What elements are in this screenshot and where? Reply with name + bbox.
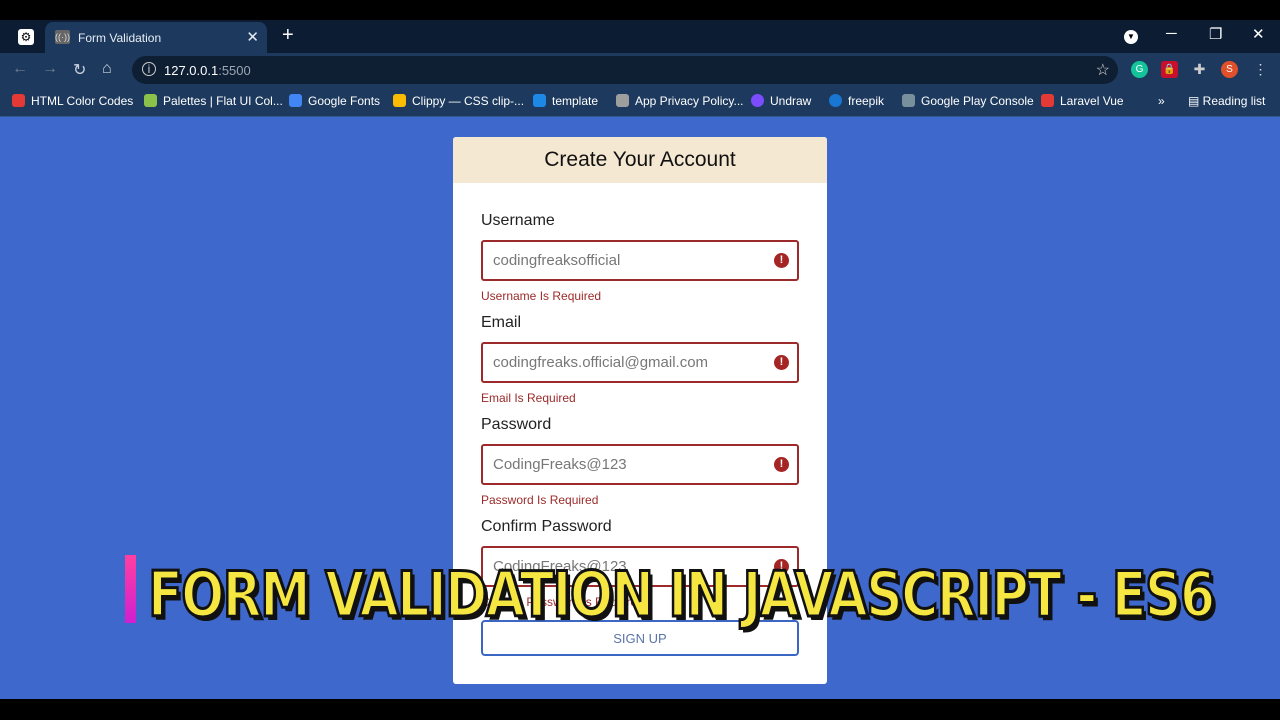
bookmark-icon	[1041, 94, 1054, 107]
error-icon: !	[774, 253, 789, 268]
video-title-overlay: FORM VALIDATION IN JAVASCRIPT - ES6	[147, 557, 1217, 633]
bookmark-icon	[289, 94, 302, 107]
bookmark-palettes[interactable]: Palettes | Flat UI Col...	[144, 94, 283, 108]
favicon-icon: ((·))	[55, 30, 70, 44]
bookmark-label: Laravel Vue	[1060, 94, 1124, 108]
reading-list-label: Reading list	[1202, 94, 1266, 108]
bookmark-label: App Privacy Policy...	[635, 94, 744, 108]
email-error: Email Is Required	[481, 391, 576, 405]
restore-button[interactable]: ❐	[1209, 25, 1222, 43]
form-title: Create Your Account	[453, 137, 827, 183]
menu-icon[interactable]: ⋮	[1252, 61, 1269, 78]
bookmark-freepik[interactable]: freepik	[829, 94, 884, 108]
bookmark-icon	[751, 94, 764, 107]
new-tab-button[interactable]: +	[282, 24, 294, 47]
email-field: Email ! Email Is Required	[481, 314, 799, 405]
bookmark-star-icon[interactable]: ☆	[1096, 60, 1110, 80]
password-error: Password Is Required	[481, 493, 599, 507]
back-icon[interactable]: ←	[12, 60, 28, 78]
error-icon: !	[774, 355, 789, 370]
error-icon: !	[774, 457, 789, 472]
url-text: 127.0.0.1:5500	[164, 63, 251, 78]
bookmark-app-privacy[interactable]: App Privacy Policy...	[616, 94, 743, 108]
extensions-icon[interactable]: ✚	[1191, 61, 1208, 78]
bookmark-icon	[393, 94, 406, 107]
bookmark-icon	[829, 94, 842, 107]
bookmark-clippy[interactable]: Clippy — CSS clip-...	[393, 94, 524, 108]
app-logo-icon: ⚙	[18, 29, 34, 45]
bookmarks-bar: HTML Color Codes Palettes | Flat UI Col.…	[0, 86, 1280, 117]
shield-extension-icon[interactable]: 🔒	[1161, 61, 1178, 78]
bookmark-laravel-vue[interactable]: Laravel Vue	[1041, 94, 1124, 108]
bookmark-icon	[902, 94, 915, 107]
address-bar[interactable]: i 127.0.0.1:5500 ☆	[132, 56, 1118, 84]
home-icon[interactable]: ⌂	[102, 60, 112, 78]
password-label: Password	[481, 416, 552, 433]
bookmark-label: template	[552, 94, 599, 108]
minimize-button[interactable]: ─	[1166, 25, 1177, 42]
password-input[interactable]	[483, 446, 753, 483]
bookmark-label: HTML Color Codes	[31, 94, 134, 108]
reading-list-button[interactable]: ▤ Reading list	[1188, 94, 1265, 108]
bookmark-icon	[144, 94, 157, 107]
email-input[interactable]	[483, 344, 753, 381]
bookmark-label: freepik	[848, 94, 885, 108]
bookmark-icon	[533, 94, 546, 107]
bookmark-google-play-console[interactable]: Google Play Console	[902, 94, 1034, 108]
grammarly-icon[interactable]: G	[1131, 61, 1148, 78]
password-field: Password ! Password Is Required	[481, 416, 799, 507]
username-input[interactable]	[483, 242, 753, 279]
bookmark-icon	[12, 94, 25, 107]
bookmark-label: Google Play Console	[921, 94, 1034, 108]
tab-form-validation[interactable]: ((·)) Form Validation ✕	[45, 22, 267, 53]
forward-icon[interactable]: →	[42, 60, 58, 78]
reading-list-icon: ▤	[1188, 94, 1203, 108]
bookmark-label: Clippy — CSS clip-...	[412, 94, 525, 108]
bookmark-html-color-codes[interactable]: HTML Color Codes	[12, 94, 133, 108]
tab-search-icon[interactable]: ▼	[1124, 30, 1138, 44]
profile-avatar[interactable]: S	[1221, 61, 1238, 78]
info-icon[interactable]: i	[142, 62, 156, 76]
more-bookmarks-icon[interactable]: »	[1158, 94, 1165, 108]
bookmark-icon	[616, 94, 629, 107]
username-error: Username Is Required	[481, 289, 602, 303]
reload-icon[interactable]: ↻	[73, 60, 86, 80]
close-window-button[interactable]: ✕	[1252, 25, 1265, 43]
email-label: Email	[481, 314, 522, 331]
username-label: Username	[481, 212, 555, 229]
bookmark-label: Palettes | Flat UI Col...	[163, 94, 283, 108]
toolbar: ← → ↻ ⌂ i 127.0.0.1:5500 ☆ G 🔒 ✚ S ⋮	[0, 53, 1280, 86]
bookmark-label: Google Fonts	[308, 94, 381, 108]
bookmark-template[interactable]: template	[533, 94, 598, 108]
accent-bar	[125, 555, 136, 623]
bookmark-undraw[interactable]: Undraw	[751, 94, 811, 108]
username-field: Username ! Username Is Required	[481, 212, 799, 303]
confirm-password-label: Confirm Password	[481, 518, 612, 535]
close-tab-icon[interactable]: ✕	[246, 28, 259, 46]
tab-bar: ⚙ ((·)) Form Validation ✕ + ▼ ─ ❐ ✕	[0, 20, 1280, 53]
bookmark-google-fonts[interactable]: Google Fonts	[289, 94, 380, 108]
tab-title: Form Validation	[78, 31, 162, 45]
bookmark-label: Undraw	[770, 94, 812, 108]
